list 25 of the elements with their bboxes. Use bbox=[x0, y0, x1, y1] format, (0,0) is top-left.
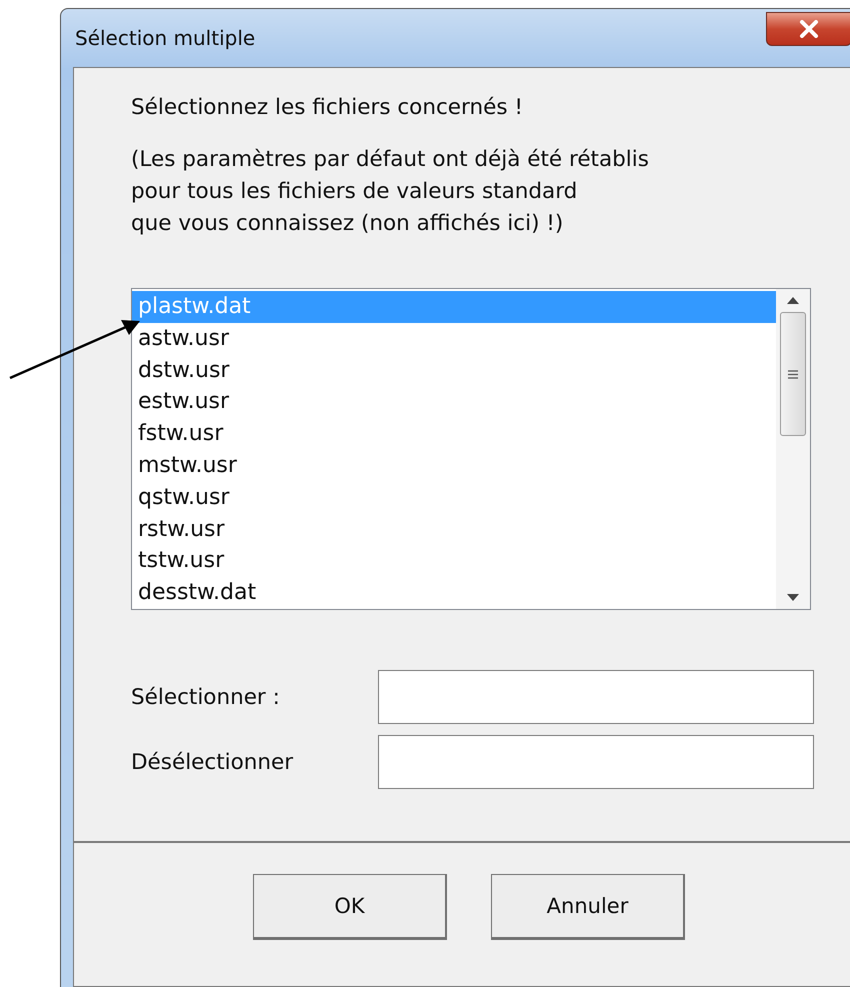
file-item[interactable]: astw.usr bbox=[132, 322, 776, 355]
file-item[interactable]: estw.usr bbox=[132, 386, 776, 418]
file-item[interactable]: qstw.usr bbox=[132, 482, 776, 514]
dialog-button[interactable]: Annuler bbox=[491, 874, 685, 940]
close-icon bbox=[799, 20, 819, 38]
scroll-thumb[interactable] bbox=[780, 312, 806, 436]
file-item[interactable]: tstw.usr bbox=[132, 545, 776, 578]
close-button[interactable] bbox=[766, 12, 850, 46]
file-item[interactable]: mstw.usr bbox=[132, 450, 776, 482]
file-item[interactable]: desstw.dat bbox=[132, 577, 776, 609]
instruction-text: Sélectionnez les fichiers concernés ! bbox=[131, 94, 524, 122]
file-item[interactable]: fstw.usr bbox=[132, 418, 776, 450]
file-item[interactable]: dstw.usr bbox=[132, 354, 776, 386]
scroll-up-icon[interactable] bbox=[787, 297, 799, 304]
input-field[interactable] bbox=[378, 670, 814, 724]
scrollbar[interactable] bbox=[776, 289, 810, 609]
field-label: Sélectionner : bbox=[131, 684, 281, 710]
window-title: Sélection multiple bbox=[75, 26, 256, 50]
input-field[interactable] bbox=[378, 735, 814, 789]
file-item[interactable]: rstw.usr bbox=[132, 514, 776, 546]
instruction-text: (Les paramètres par défaut ont déjà été rétablis pour tous les fichiers de valeurs standard que vous connaissez (non affichés ici) !) bbox=[131, 146, 650, 238]
field-label: Désélectionner bbox=[131, 750, 294, 774]
scroll-down-icon[interactable] bbox=[787, 594, 799, 601]
dialog-button[interactable]: OK bbox=[253, 874, 447, 940]
grip-icon bbox=[788, 370, 798, 378]
